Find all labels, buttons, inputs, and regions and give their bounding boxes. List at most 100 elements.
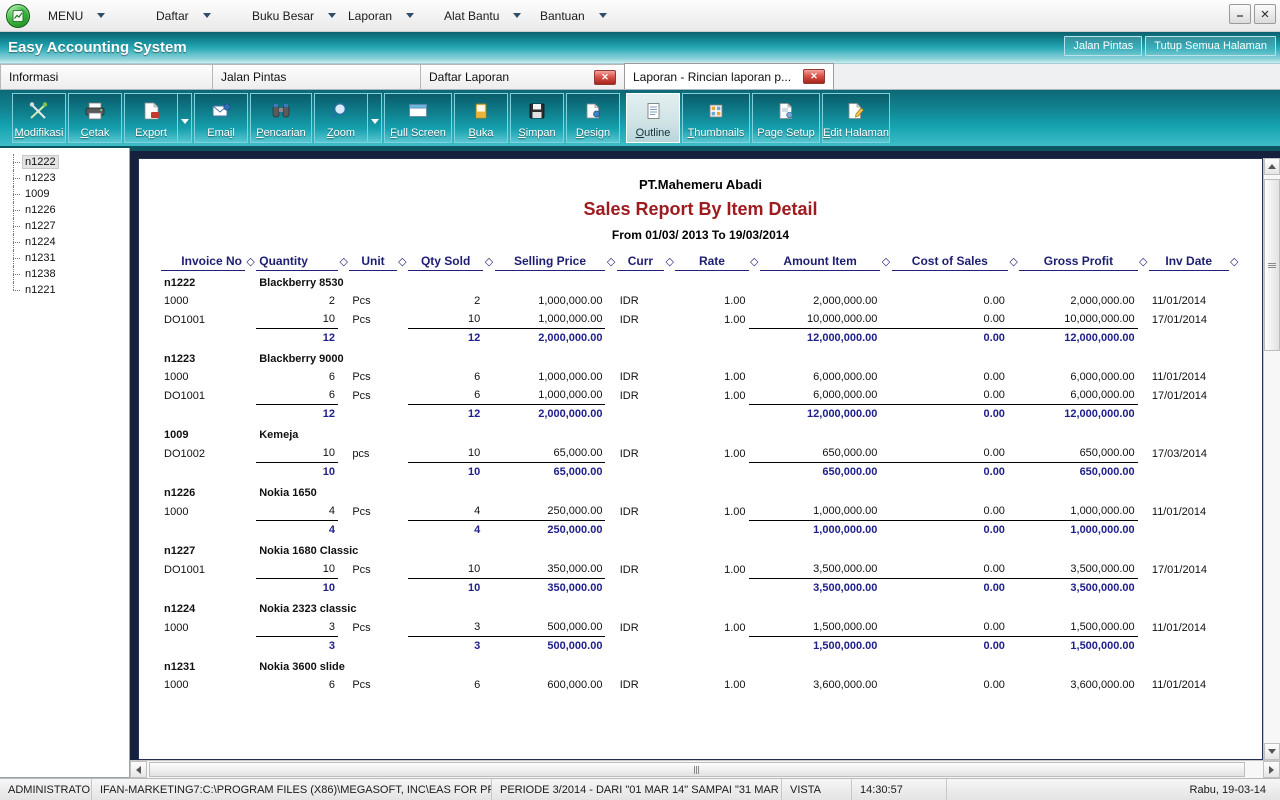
column-header-qty-sold[interactable]: Qty Sold <box>407 254 484 271</box>
spacer-cell <box>748 328 760 347</box>
spacer-cell <box>880 292 891 310</box>
sort-diamond-icon[interactable]: ◇ <box>1008 254 1019 271</box>
horizontal-scroll-track[interactable] <box>147 761 1263 778</box>
sort-diamond-icon[interactable]: ◇ <box>664 254 675 271</box>
full-screen-button[interactable]: Full Screen <box>384 93 452 143</box>
outline-item-n1227[interactable]: n1227 <box>0 218 129 234</box>
modifikasi-button[interactable]: Modifikasi <box>12 93 66 143</box>
spacer-cell <box>1138 502 1149 521</box>
column-header-selling-price[interactable]: Selling Price <box>494 254 606 271</box>
outline-item-n1222[interactable]: n1222 <box>0 154 129 170</box>
cell-curr: IDR <box>619 621 639 634</box>
email-button[interactable]: Email <box>194 93 248 143</box>
sort-diamond-icon[interactable]: ◇ <box>338 254 349 271</box>
spacer-cell <box>1149 579 1229 598</box>
spacer-cell <box>245 368 256 386</box>
column-header-gross-profit[interactable]: Gross Profit <box>1019 254 1138 271</box>
menu-item-laporan-label: Laporan <box>348 8 393 23</box>
cell-selling-price: 1,000,000.00 <box>538 371 603 383</box>
sort-diamond-icon[interactable]: ◇ <box>397 254 408 271</box>
scroll-down-button[interactable] <box>1264 743 1280 760</box>
vertical-scroll-thumb[interactable] <box>1264 179 1280 351</box>
spacer-cell <box>1138 618 1149 637</box>
cell-quantity: 2 <box>328 295 336 307</box>
arrow-left-icon <box>136 765 141 774</box>
buka-button[interactable]: Buka <box>454 93 508 143</box>
group-item-code: n1222 <box>164 277 196 289</box>
minimize-button[interactable] <box>1229 4 1251 24</box>
scroll-right-button[interactable] <box>1263 761 1280 778</box>
close-button[interactable] <box>1254 4 1276 24</box>
column-header-invoice-no[interactable]: Invoice No <box>161 254 245 271</box>
tab-daftar-laporan[interactable]: Daftar Laporan ✕ <box>420 64 625 89</box>
menu-item-alat-bantu[interactable]: Alat Bantu <box>434 4 530 28</box>
tab-laporan-rincian-close-icon[interactable]: ✕ <box>803 69 825 84</box>
scroll-left-button[interactable] <box>130 761 147 778</box>
zoom-dropdown-button[interactable] <box>368 93 382 143</box>
chevron-down-icon <box>598 13 607 18</box>
printer-icon <box>69 94 121 127</box>
column-header-curr[interactable]: Curr <box>616 254 665 271</box>
outline-item-n1221[interactable]: n1221 <box>0 282 129 298</box>
horizontal-scroll-thumb[interactable] <box>149 762 1245 777</box>
export-button[interactable]: Export <box>124 93 178 143</box>
column-header-quantity[interactable]: Quantity <box>256 254 339 271</box>
jalan-pintas-button[interactable]: Jalan Pintas <box>1064 36 1143 56</box>
scroll-up-button[interactable] <box>1264 158 1280 175</box>
design-button[interactable]: Design <box>566 93 620 143</box>
report-toolbar: Modifikasi Cetak Export Email Pencarian … <box>0 90 1280 148</box>
sort-diamond-icon[interactable]: ◇ <box>1229 254 1240 271</box>
outline-item-n1224[interactable]: n1224 <box>0 234 129 250</box>
outline-item-n1223[interactable]: n1223 <box>0 170 129 186</box>
spacer-cell <box>675 637 748 656</box>
menu-item-bantuan[interactable]: Bantuan <box>530 4 626 28</box>
subtotal-cost-of-sales: 0.00 <box>891 404 1008 423</box>
spacer-cell <box>245 347 256 368</box>
menu-item-laporan[interactable]: Laporan <box>338 4 434 28</box>
vertical-scrollbar[interactable] <box>1263 158 1280 760</box>
column-header-amount-item[interactable]: Amount Item <box>759 254 881 271</box>
column-header-inv-date[interactable]: Inv Date <box>1148 254 1229 271</box>
spacer-cell <box>161 637 245 656</box>
spacer-cell <box>1149 405 1229 424</box>
outline-item-n1231[interactable]: n1231 <box>0 250 129 266</box>
menu-item-buku-besar[interactable]: Buku Besar <box>242 4 338 28</box>
status-time: 14:30:57 <box>852 779 947 800</box>
spacer-cell <box>483 560 494 579</box>
pencarian-button[interactable]: Pencarian <box>250 93 312 143</box>
outline-button[interactable]: Outline <box>626 93 680 143</box>
page-setup-button[interactable]: Page Setup <box>752 93 820 143</box>
horizontal-scrollbar[interactable] <box>130 760 1280 778</box>
cell-cost-of-sales: 0.00 <box>983 621 1005 633</box>
sort-diamond-icon[interactable]: ◇ <box>880 254 891 271</box>
tab-laporan-rincian[interactable]: Laporan - Rincian laporan p... ✕ <box>624 63 834 89</box>
sort-diamond-icon[interactable]: ◇ <box>1138 254 1149 271</box>
tab-informasi[interactable]: Informasi <box>0 64 213 89</box>
column-header-cost-of-sales[interactable]: Cost of Sales <box>891 254 1008 271</box>
simpan-button[interactable]: Simpan <box>510 93 564 143</box>
thumbnails-button[interactable]: Thumbnails <box>682 93 750 143</box>
sort-diamond-icon[interactable]: ◇ <box>483 254 494 271</box>
sort-diamond-icon[interactable]: ◇ <box>245 254 256 271</box>
tab-jalan-pintas[interactable]: Jalan Pintas <box>212 64 421 89</box>
sort-diamond-icon[interactable]: ◇ <box>749 254 760 271</box>
zoom-button[interactable]: Zoom <box>314 93 368 143</box>
edit-halaman-button[interactable]: Edit Halaman <box>822 93 890 143</box>
vertical-scroll-track[interactable] <box>1264 175 1280 743</box>
tutup-semua-halaman-button[interactable]: Tutup Semua Halaman <box>1145 36 1276 56</box>
outline-item-n1238[interactable]: n1238 <box>0 266 129 282</box>
outline-item-1009[interactable]: 1009 <box>0 186 129 202</box>
cetak-button[interactable]: Cetak <box>68 93 122 143</box>
menu-item-menu[interactable]: MENU <box>38 4 146 28</box>
menu-item-daftar[interactable]: Daftar <box>146 4 242 28</box>
arrow-down-icon <box>1268 749 1276 754</box>
tab-daftar-laporan-close-icon[interactable]: ✕ <box>594 69 616 85</box>
tab-laporan-rincian-label: Laporan - Rincian laporan p... <box>633 69 792 84</box>
column-header-rate[interactable]: Rate <box>675 254 749 271</box>
column-header-unit[interactable]: Unit <box>349 254 397 271</box>
cell-qty-sold: 6 <box>474 371 481 383</box>
outline-item-n1226[interactable]: n1226 <box>0 202 129 218</box>
sort-diamond-icon[interactable]: ◇ <box>605 254 616 271</box>
export-dropdown-button[interactable] <box>178 93 192 143</box>
subtotal-cost-of-sales: 0.00 <box>891 462 1008 481</box>
